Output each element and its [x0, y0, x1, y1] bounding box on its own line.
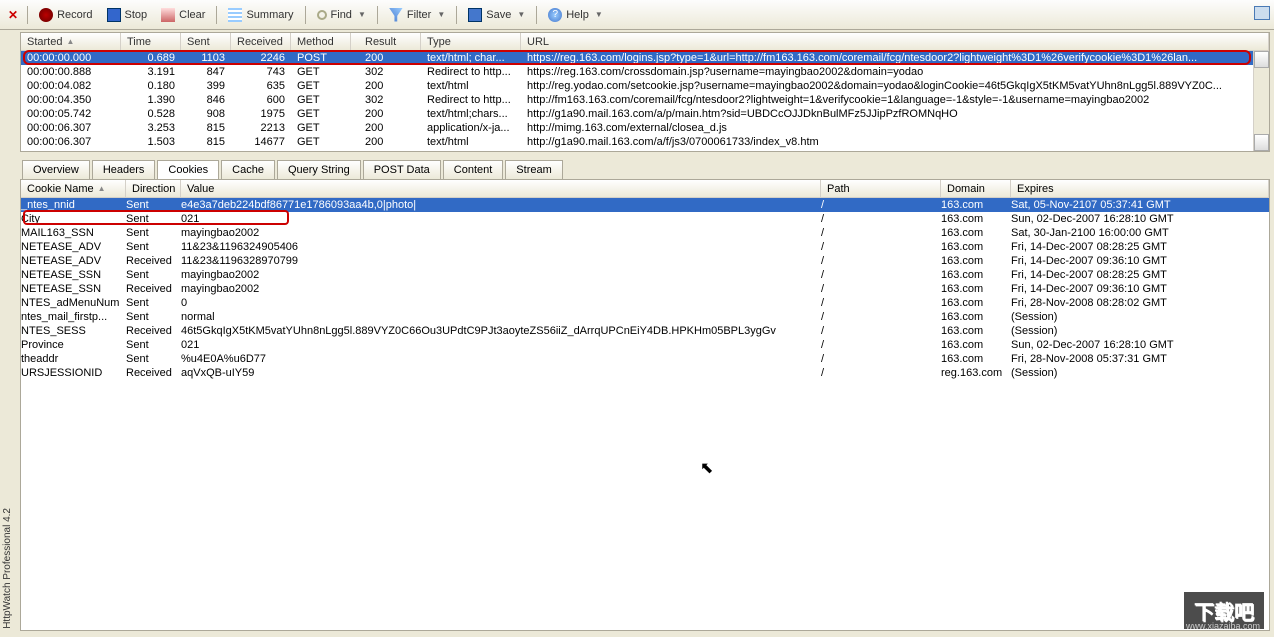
cookie-row[interactable]: CitySent021/163.comSun, 02-Dec-2007 16:2… — [21, 212, 1269, 226]
col-cookie-name[interactable]: Cookie Name▲ — [21, 180, 126, 197]
watermark-url: www.xiazaiba.com — [1186, 621, 1260, 631]
col-started[interactable]: Started▲ — [21, 33, 121, 50]
detail-tabs: OverviewHeadersCookiesCacheQuery StringP… — [20, 157, 1270, 179]
request-grid: Started▲ Time Sent Received Method Resul… — [20, 32, 1270, 152]
request-row[interactable]: 00:00:05.7420.5289081975GET200text/html;… — [21, 107, 1269, 121]
cookie-row[interactable]: URSJESSIONIDReceivedaqVxQB-uIY59/reg.163… — [21, 366, 1269, 380]
vertical-scrollbar[interactable] — [1253, 51, 1269, 151]
summary-button[interactable]: Summary — [222, 6, 299, 24]
app-title-vertical: HttpWatch Professional 4.2 — [2, 508, 13, 629]
toolbar: ✕ Record Stop Clear Summary Find▼ Filter… — [0, 0, 1274, 30]
col-expires[interactable]: Expires — [1011, 180, 1269, 197]
cookie-row[interactable]: NTES_SESSReceived46t5GkqIgX5tKM5vatYUhn8… — [21, 324, 1269, 338]
cookie-grid-header: Cookie Name▲ Direction Value Path Domain… — [21, 180, 1269, 198]
col-time[interactable]: Time — [121, 33, 181, 50]
tab-stream[interactable]: Stream — [505, 160, 562, 180]
cookie-row[interactable]: NETEASE_ADVReceived11&23&1196328970799/1… — [21, 254, 1269, 268]
tab-query-string[interactable]: Query String — [277, 160, 361, 180]
request-row[interactable]: 00:00:04.3501.390846600GET302Redirect to… — [21, 93, 1269, 107]
col-type[interactable]: Type — [421, 33, 521, 50]
cookie-row[interactable]: NTES_adMenuNumSent0/163.comFri, 28-Nov-2… — [21, 296, 1269, 310]
col-result[interactable]: Result — [351, 33, 421, 50]
cookie-grid: Cookie Name▲ Direction Value Path Domain… — [20, 179, 1270, 631]
tab-post-data[interactable]: POST Data — [363, 160, 441, 180]
col-url[interactable]: URL — [521, 33, 1269, 50]
tab-content[interactable]: Content — [443, 160, 504, 180]
find-icon — [317, 10, 327, 20]
col-sent[interactable]: Sent — [181, 33, 231, 50]
cookie-row[interactable]: NETEASE_SSNReceivedmayingbao2002/163.com… — [21, 282, 1269, 296]
request-row[interactable]: 00:00:04.0820.180399635GET200text/htmlht… — [21, 79, 1269, 93]
cookie-row[interactable]: NETEASE_ADVSent11&23&1196324905406/163.c… — [21, 240, 1269, 254]
sort-asc-icon: ▲ — [98, 184, 106, 193]
stop-button[interactable]: Stop — [101, 6, 154, 24]
chevron-down-icon: ▼ — [595, 10, 603, 19]
filter-icon — [389, 8, 403, 22]
request-row[interactable]: 00:00:00.0000.68911032246POST200text/htm… — [21, 51, 1269, 65]
tab-overview[interactable]: Overview — [22, 160, 90, 180]
tab-cookies[interactable]: Cookies — [157, 160, 219, 180]
col-domain[interactable]: Domain — [941, 180, 1011, 197]
cookie-row[interactable]: MAIL163_SSNSentmayingbao2002/163.comSat,… — [21, 226, 1269, 240]
cookie-row[interactable]: _ntes_nnidSente4e3a7deb224bdf86771e17860… — [21, 198, 1269, 212]
clear-icon — [161, 8, 175, 22]
stop-icon — [107, 8, 121, 22]
request-grid-header: Started▲ Time Sent Received Method Resul… — [21, 33, 1269, 51]
record-icon — [39, 8, 53, 22]
save-button[interactable]: Save▼ — [462, 6, 531, 24]
tab-cache[interactable]: Cache — [221, 160, 275, 180]
request-row[interactable]: 00:00:00.8883.191847743GET302Redirect to… — [21, 65, 1269, 79]
col-path[interactable]: Path — [821, 180, 941, 197]
chevron-down-icon: ▼ — [358, 10, 366, 19]
filter-button[interactable]: Filter▼ — [383, 6, 451, 24]
cookie-row[interactable]: NETEASE_SSNSentmayingbao2002/163.comFri,… — [21, 268, 1269, 282]
sort-asc-icon: ▲ — [66, 37, 74, 46]
cookie-row[interactable]: ProvinceSent021/163.comSun, 02-Dec-2007 … — [21, 338, 1269, 352]
summary-icon — [228, 8, 242, 22]
cookie-row[interactable]: ntes_mail_firstp...Sentnormal/163.com(Se… — [21, 310, 1269, 324]
close-icon[interactable]: ✕ — [4, 8, 22, 22]
chevron-down-icon: ▼ — [437, 10, 445, 19]
request-row[interactable]: 00:00:06.3073.2538152213GET200applicatio… — [21, 121, 1269, 135]
cookie-row[interactable]: theaddrSent%u4E0A%u6D77/163.comFri, 28-N… — [21, 352, 1269, 366]
col-value[interactable]: Value — [181, 180, 821, 197]
tab-headers[interactable]: Headers — [92, 160, 156, 180]
help-button[interactable]: ?Help▼ — [542, 6, 609, 24]
save-icon — [468, 8, 482, 22]
col-method[interactable]: Method — [291, 33, 351, 50]
record-button[interactable]: Record — [33, 6, 98, 24]
col-received[interactable]: Received — [231, 33, 291, 50]
find-button[interactable]: Find▼ — [311, 7, 372, 23]
col-direction[interactable]: Direction — [126, 180, 181, 197]
request-row[interactable]: 00:00:06.3071.50381514677GET200text/html… — [21, 135, 1269, 149]
help-icon: ? — [548, 8, 562, 22]
maximize-icon[interactable] — [1254, 6, 1270, 20]
chevron-down-icon: ▼ — [517, 10, 525, 19]
clear-button[interactable]: Clear — [155, 6, 211, 24]
